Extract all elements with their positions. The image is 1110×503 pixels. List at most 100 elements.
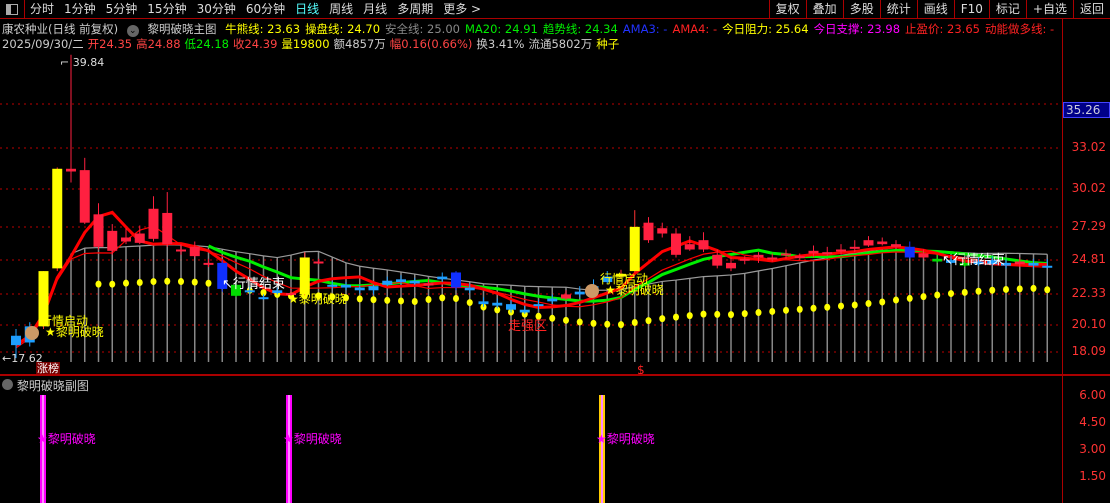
candle-body[interactable] [354, 287, 365, 291]
dawn-signal-label: ★黎明破晓 [288, 291, 347, 306]
support-dot [191, 278, 198, 286]
candle-body[interactable] [134, 233, 145, 243]
dawn-signal-label: ★黎明破晓 [605, 282, 664, 297]
candle-body[interactable] [423, 283, 434, 286]
candle-body[interactable] [684, 244, 695, 250]
support-dot [370, 296, 377, 304]
candle-body[interactable] [836, 249, 846, 252]
candle-body[interactable] [739, 258, 750, 261]
candle-body[interactable] [313, 261, 324, 264]
candle-body[interactable] [671, 233, 681, 255]
candle-body[interactable] [629, 226, 640, 272]
candle-body[interactable] [726, 262, 736, 269]
candle-body[interactable] [464, 287, 475, 291]
candle-body[interactable] [451, 272, 461, 288]
candle-body[interactable] [1042, 265, 1053, 268]
candle-body[interactable] [822, 252, 833, 255]
candle-body[interactable] [107, 230, 118, 251]
support-dot [150, 278, 157, 286]
candle-body[interactable] [932, 258, 943, 262]
support-dot [576, 318, 583, 326]
support-dot [893, 296, 899, 304]
end-signal-label: ↖行情结束 [942, 253, 1005, 268]
candle-body[interactable] [506, 304, 516, 310]
price-tick: 30.02 [1071, 181, 1106, 195]
candle-body[interactable] [437, 276, 448, 280]
candle-body[interactable] [561, 294, 571, 299]
price-tick: 20.10 [1071, 317, 1106, 331]
candle-body[interactable] [189, 246, 200, 257]
candle-body[interactable] [1014, 261, 1025, 265]
support-dot [934, 291, 941, 299]
candle-body[interactable] [1028, 262, 1039, 266]
candle-body[interactable] [657, 228, 668, 234]
candle-body[interactable] [66, 168, 76, 172]
sub-signal-label: ★黎明破晓 [37, 431, 96, 446]
price-tick: 24.81 [1071, 252, 1106, 266]
candle-body[interactable] [299, 257, 310, 295]
support-dot [700, 310, 707, 318]
support-dot [631, 319, 638, 327]
support-dot [659, 315, 666, 323]
candle-body[interactable] [11, 335, 21, 346]
price-axis[interactable]: 33.02 30.02 27.29 24.81 22.33 20.10 18.09 6.00 4… [1062, 19, 1110, 503]
candle-body[interactable] [162, 212, 173, 245]
support-dot [906, 294, 913, 302]
candle-body[interactable] [519, 309, 530, 313]
candle-body[interactable] [492, 302, 503, 306]
candle-body[interactable] [203, 262, 214, 265]
candlestick-chart[interactable]: ⌐ 39.84←17.62涨榜行情启动★黎明破晓行情启动★黎明破晓★黎明破晓↖行… [0, 0, 1062, 503]
dawn-signal-label: ★黎明破晓 [45, 324, 104, 339]
current-price-marker: 35.26 [1063, 102, 1110, 118]
sub-signal-label: ★黎明破晓 [596, 431, 655, 446]
candle-body[interactable] [643, 222, 654, 241]
support-dot [590, 319, 597, 327]
support-dot [178, 278, 184, 286]
candle-body[interactable] [863, 240, 874, 246]
support-dot [1030, 284, 1037, 292]
candle-body[interactable] [794, 256, 805, 259]
sub-tick: 3.00 [1079, 442, 1106, 456]
panel-divider[interactable] [0, 374, 1110, 376]
chevron-down-icon[interactable] [2, 379, 13, 390]
candle-body[interactable] [396, 279, 406, 283]
candle-body[interactable] [478, 301, 489, 305]
candle-body[interactable] [341, 284, 351, 288]
candle-body[interactable] [93, 214, 104, 247]
support-dot [563, 316, 569, 324]
candle-body[interactable] [877, 241, 888, 245]
candle-body[interactable] [368, 286, 379, 291]
candle-body[interactable] [258, 297, 269, 300]
support-dot [879, 298, 886, 306]
candle-body[interactable] [698, 240, 709, 250]
candle-body[interactable] [176, 249, 186, 252]
candle-body[interactable] [808, 250, 819, 254]
candle-body[interactable] [849, 246, 860, 249]
support-dot [755, 309, 762, 317]
candle-body[interactable] [148, 208, 159, 239]
money-bag-icon [25, 326, 39, 340]
candle-body[interactable] [781, 253, 791, 256]
sub-tick: 6.00 [1079, 388, 1106, 402]
candle-body[interactable] [382, 280, 393, 285]
candle-body[interactable] [79, 170, 90, 223]
candle-body[interactable] [891, 244, 901, 247]
candle-body[interactable] [533, 304, 544, 307]
candle-body[interactable] [121, 237, 131, 242]
candle-body[interactable] [753, 254, 764, 258]
candle-body[interactable] [712, 254, 723, 266]
candle-body[interactable] [52, 168, 63, 269]
candle-body[interactable] [767, 257, 778, 260]
support-dot [645, 317, 652, 325]
toolbar-button-8[interactable]: 返回 [1072, 0, 1110, 19]
candle-body[interactable] [409, 280, 420, 284]
support-dot [1016, 285, 1023, 293]
candle-body[interactable] [327, 284, 338, 287]
support-dot [686, 312, 693, 320]
money-bag-icon [585, 284, 599, 298]
candle-body[interactable] [547, 298, 558, 302]
support-dot [604, 320, 611, 328]
candle-body[interactable] [904, 246, 915, 258]
candle-body[interactable] [574, 291, 585, 295]
candle-body[interactable] [918, 253, 929, 258]
